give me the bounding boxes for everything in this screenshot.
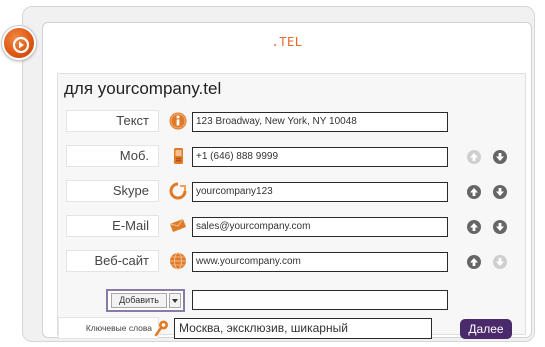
main-panel: .TEL для yourcompany.tel Текст 123 Broad… bbox=[42, 22, 532, 339]
skype-move-down-button[interactable] bbox=[493, 185, 507, 199]
globe-icon bbox=[168, 251, 188, 271]
mobile-move-up-button[interactable] bbox=[467, 150, 481, 164]
mobile-field[interactable]: +1 (646) 888 9999 bbox=[192, 147, 448, 167]
skype-label: Skype bbox=[66, 180, 159, 202]
next-button[interactable]: Далее bbox=[460, 319, 512, 339]
email-move-up-button[interactable] bbox=[467, 220, 481, 234]
skype-move-up-button[interactable] bbox=[467, 185, 481, 199]
keywords-label: Ключевые слова bbox=[58, 317, 159, 339]
email-field[interactable]: sales@yourcompany.com bbox=[192, 217, 448, 237]
mobile-move-down-button[interactable] bbox=[493, 150, 507, 164]
add-field-dropdown[interactable]: Добавить bbox=[106, 289, 185, 312]
website-label: Веб-сайт bbox=[66, 250, 159, 272]
play-icon bbox=[12, 36, 30, 54]
email-move-down-button[interactable] bbox=[493, 220, 507, 234]
info-icon bbox=[168, 111, 188, 131]
skype-field[interactable]: yourcompany123 bbox=[192, 182, 448, 202]
text-field[interactable]: 123 Broadway, New York, NY 10048 bbox=[192, 112, 448, 132]
website-move-down-button[interactable] bbox=[493, 255, 507, 269]
skype-icon bbox=[168, 181, 188, 201]
website-move-up-button[interactable] bbox=[467, 255, 481, 269]
chevron-down-icon[interactable] bbox=[169, 293, 181, 308]
add-button[interactable]: Добавить bbox=[111, 293, 167, 308]
envelope-icon bbox=[168, 216, 188, 236]
new-field-input[interactable] bbox=[192, 290, 448, 310]
email-label: E-Mail bbox=[66, 215, 159, 237]
text-label: Текст bbox=[66, 110, 159, 132]
mobile-phone-icon bbox=[168, 146, 188, 166]
app-title: .TEL bbox=[271, 35, 303, 49]
form-title: для yourcompany.tel bbox=[64, 79, 222, 98]
website-field[interactable]: www.yourcompany.com bbox=[192, 252, 448, 272]
keywords-field[interactable]: Москва, эксклюзив, шикарный bbox=[174, 318, 432, 339]
form-panel: для yourcompany.tel Текст 123 Broadway, … bbox=[57, 73, 526, 339]
play-button[interactable] bbox=[2, 26, 36, 60]
mobile-label: Моб. bbox=[66, 145, 159, 167]
pin-icon bbox=[152, 318, 172, 338]
